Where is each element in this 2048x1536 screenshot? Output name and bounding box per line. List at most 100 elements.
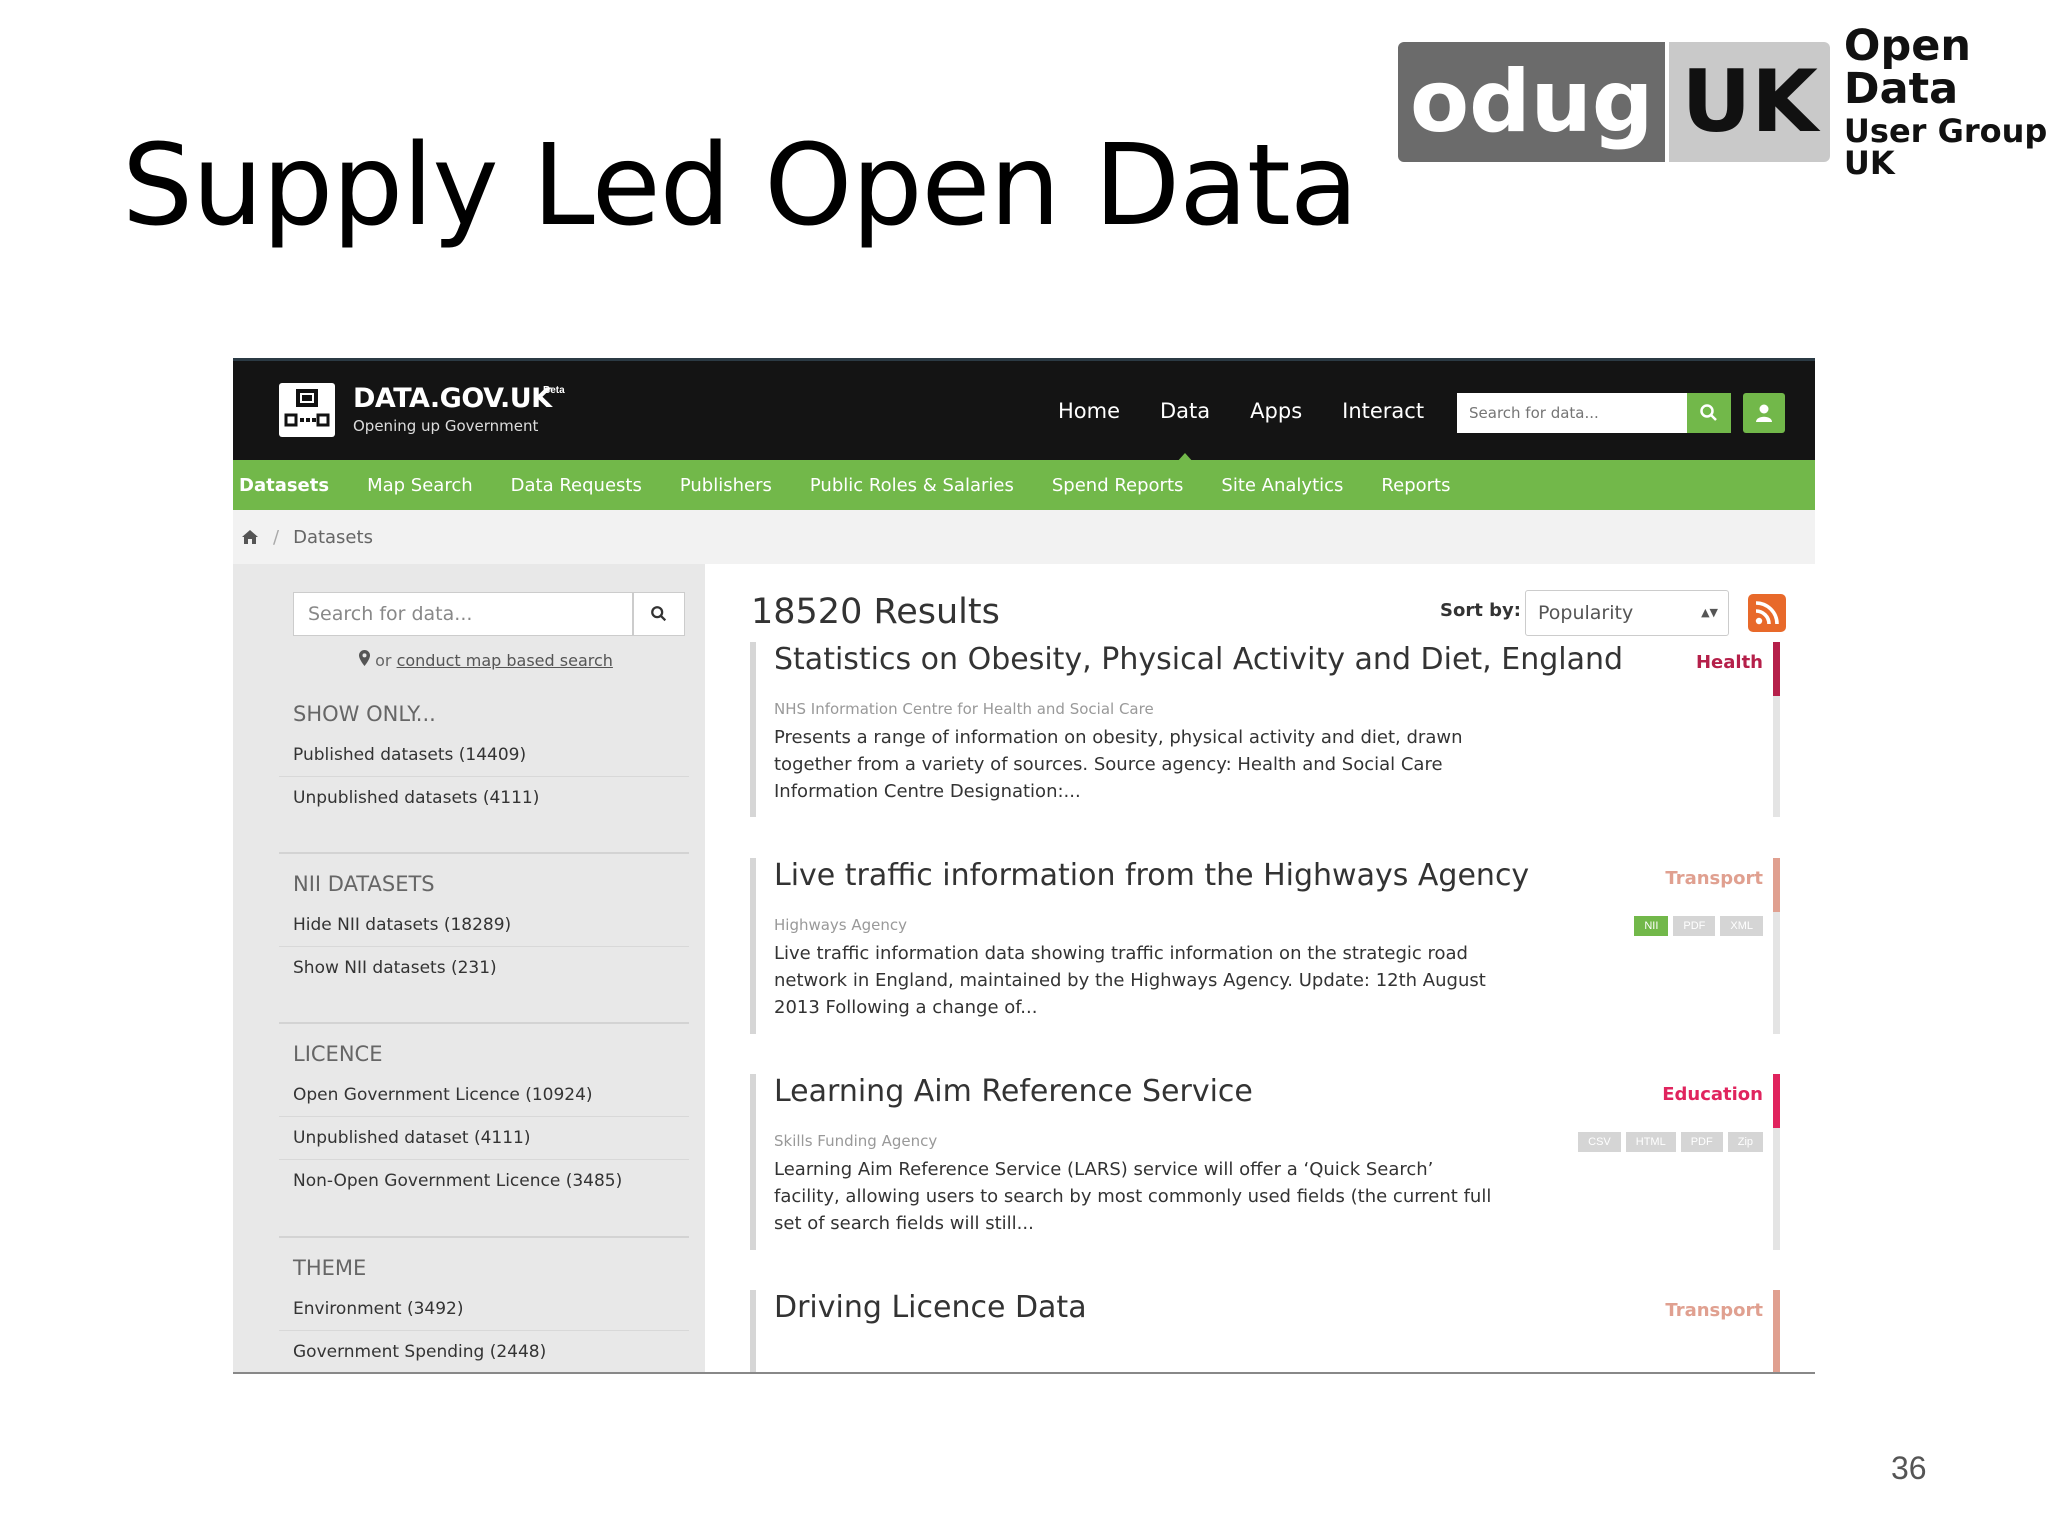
dataset-publisher[interactable]: NHS Information Centre for Health and So… <box>774 700 1154 718</box>
user-account-button[interactable] <box>1743 393 1785 433</box>
subnav-spend-reports[interactable]: Spend Reports <box>1052 475 1184 496</box>
map-search-link-row: or conduct map based search <box>359 650 613 670</box>
site-name[interactable]: DATA.GOV.UK <box>353 383 552 414</box>
nav-data[interactable]: Data <box>1160 399 1210 463</box>
facet-item[interactable]: Unpublished datasets (4111) <box>279 777 689 819</box>
dataset-theme-tag[interactable]: Transport <box>1665 868 1763 889</box>
subnav-public-roles[interactable]: Public Roles & Salaries <box>810 475 1014 496</box>
map-search-link[interactable]: conduct map based search <box>397 651 613 670</box>
subnav-site-analytics[interactable]: Site Analytics <box>1221 475 1343 496</box>
map-search-prefix: or <box>375 651 392 670</box>
dataset-title[interactable]: Live traffic information from the Highwa… <box>774 858 1529 893</box>
theme-color-bar <box>1773 1290 1780 1372</box>
nav-home[interactable]: Home <box>1058 399 1120 423</box>
beta-badge: Beta <box>543 385 565 396</box>
facet-title: NII DATASETS <box>293 872 435 896</box>
facet-licence: LICENCE Open Government Licence (10924) … <box>279 1034 689 1202</box>
dataset-description: Presents a range of information on obesi… <box>774 727 1463 802</box>
facet-item[interactable]: Non-Open Government Licence (3485) <box>279 1160 689 1202</box>
dataset-theme-tag[interactable]: Education <box>1662 1084 1763 1105</box>
facet-divider <box>279 852 689 854</box>
header-search-input[interactable] <box>1457 393 1687 433</box>
subnav-publishers[interactable]: Publishers <box>680 475 772 496</box>
facet-item[interactable]: Government Spending (2448) <box>279 1331 689 1372</box>
dataset-theme-tag[interactable]: Transport <box>1665 1300 1763 1321</box>
format-badge-pdf: PDF <box>1673 916 1716 936</box>
card-edge <box>1773 1128 1780 1250</box>
breadcrumb-current: Datasets <box>293 526 373 548</box>
facet-nii-datasets: NII DATASETS Hide NII datasets (18289) S… <box>279 864 689 989</box>
dataset-title[interactable]: Driving Licence Data <box>774 1290 1087 1325</box>
facet-divider <box>279 1236 689 1238</box>
search-icon <box>1700 404 1717 421</box>
dataset-publisher[interactable]: Highways Agency <box>774 916 907 934</box>
facet-divider <box>279 1022 689 1024</box>
search-icon <box>651 606 667 622</box>
dataset-description: Live traffic information data showing tr… <box>774 943 1486 1018</box>
card-edge <box>1773 912 1780 1034</box>
sub-nav: Datasets Map Search Data Requests Publis… <box>233 460 1815 510</box>
logo-tagline: Open Data User Group UK <box>1843 21 2048 182</box>
dataset-result: Learning Aim Reference Service Skills Fu… <box>750 1074 1780 1250</box>
map-marker-icon <box>359 650 370 666</box>
facet-show-only: SHOW ONLY... Published datasets (14409) … <box>279 694 689 819</box>
slide-title: Supply Led Open Data <box>122 121 1358 251</box>
theme-color-bar <box>1773 858 1780 912</box>
header-search-button[interactable] <box>1687 393 1731 433</box>
dataset-result: Statistics on Obesity, Physical Activity… <box>750 642 1780 817</box>
subnav-map-search[interactable]: Map Search <box>367 475 473 496</box>
sort-select-value: Popularity <box>1538 602 1634 624</box>
subnav-data-requests[interactable]: Data Requests <box>511 475 642 496</box>
format-badge-zip: Zip <box>1727 1132 1763 1152</box>
format-badge-xml: XML <box>1720 916 1763 936</box>
dataset-theme-tag[interactable]: Health <box>1696 652 1763 673</box>
sidebar-search-input[interactable]: Search for data... <box>293 592 633 636</box>
logo-tagline-line1: Open Data <box>1843 21 1972 114</box>
breadcrumb-separator: / <box>273 526 280 548</box>
facet-title: LICENCE <box>293 1042 383 1066</box>
site-logo-icon[interactable] <box>279 383 335 437</box>
select-arrows-icon: ▲▼ <box>1701 606 1718 619</box>
format-badges: CSV HTML PDF Zip <box>1573 1132 1763 1152</box>
facet-item[interactable]: Open Government Licence (10924) <box>279 1074 689 1117</box>
breadcrumb: / Datasets <box>233 510 1815 564</box>
theme-color-bar <box>1773 642 1780 696</box>
facet-item[interactable]: Show NII datasets (231) <box>279 947 689 989</box>
format-badge-pdf: PDF <box>1680 1132 1723 1152</box>
logo-mark-uk: UK <box>1669 42 1830 162</box>
odug-uk-logo: odug UK Open Data User Group UK <box>1398 25 2048 179</box>
facet-item[interactable]: Published datasets (14409) <box>279 734 689 777</box>
results-panel: 18520 Results Sort by: Popularity ▲▼ Sta… <box>705 564 1815 1372</box>
sort-label: Sort by: <box>1440 600 1521 621</box>
dataset-title[interactable]: Statistics on Obesity, Physical Activity… <box>774 642 1623 677</box>
user-icon <box>1756 404 1772 422</box>
dataset-description: Learning Aim Reference Service (LARS) se… <box>774 1159 1492 1234</box>
rss-feed-button[interactable] <box>1748 594 1786 632</box>
nav-apps[interactable]: Apps <box>1250 399 1302 423</box>
dataset-result: Live traffic information from the Highwa… <box>750 858 1780 1034</box>
facet-theme: THEME Environment (3492) Government Spen… <box>279 1248 689 1372</box>
facet-item[interactable]: Environment (3492) <box>279 1288 689 1331</box>
dataset-title[interactable]: Learning Aim Reference Service <box>774 1074 1253 1109</box>
facet-item[interactable]: Hide NII datasets (18289) <box>279 904 689 947</box>
sort-select[interactable]: Popularity ▲▼ <box>1525 590 1729 636</box>
website-screenshot: DATA.GOV.UK Beta Opening up Government H… <box>233 358 1815 1374</box>
format-badges: NII PDF XML <box>1629 916 1763 936</box>
subnav-datasets[interactable]: Datasets <box>239 475 329 496</box>
logo-mark-odug: odug <box>1398 42 1666 162</box>
format-badge-html: HTML <box>1625 1132 1676 1152</box>
main-nav: Home Data Apps Interact <box>1058 361 1464 463</box>
nav-interact[interactable]: Interact <box>1342 399 1424 423</box>
format-badge-nii: NII <box>1634 916 1669 936</box>
dataset-publisher[interactable]: Skills Funding Agency <box>774 1132 937 1150</box>
slide-page-number: 36 <box>1891 1450 1927 1486</box>
subnav-reports[interactable]: Reports <box>1381 475 1450 496</box>
card-edge <box>1773 696 1780 817</box>
logo-tagline-line2: User Group UK <box>1843 112 2048 182</box>
facet-item[interactable]: Unpublished dataset (4111) <box>279 1117 689 1160</box>
result-count: 18520 Results <box>751 592 1000 632</box>
facet-title: THEME <box>293 1256 367 1280</box>
sidebar-search-button[interactable] <box>633 592 685 636</box>
home-icon[interactable] <box>241 529 259 545</box>
format-badge-csv: CSV <box>1578 1132 1621 1152</box>
